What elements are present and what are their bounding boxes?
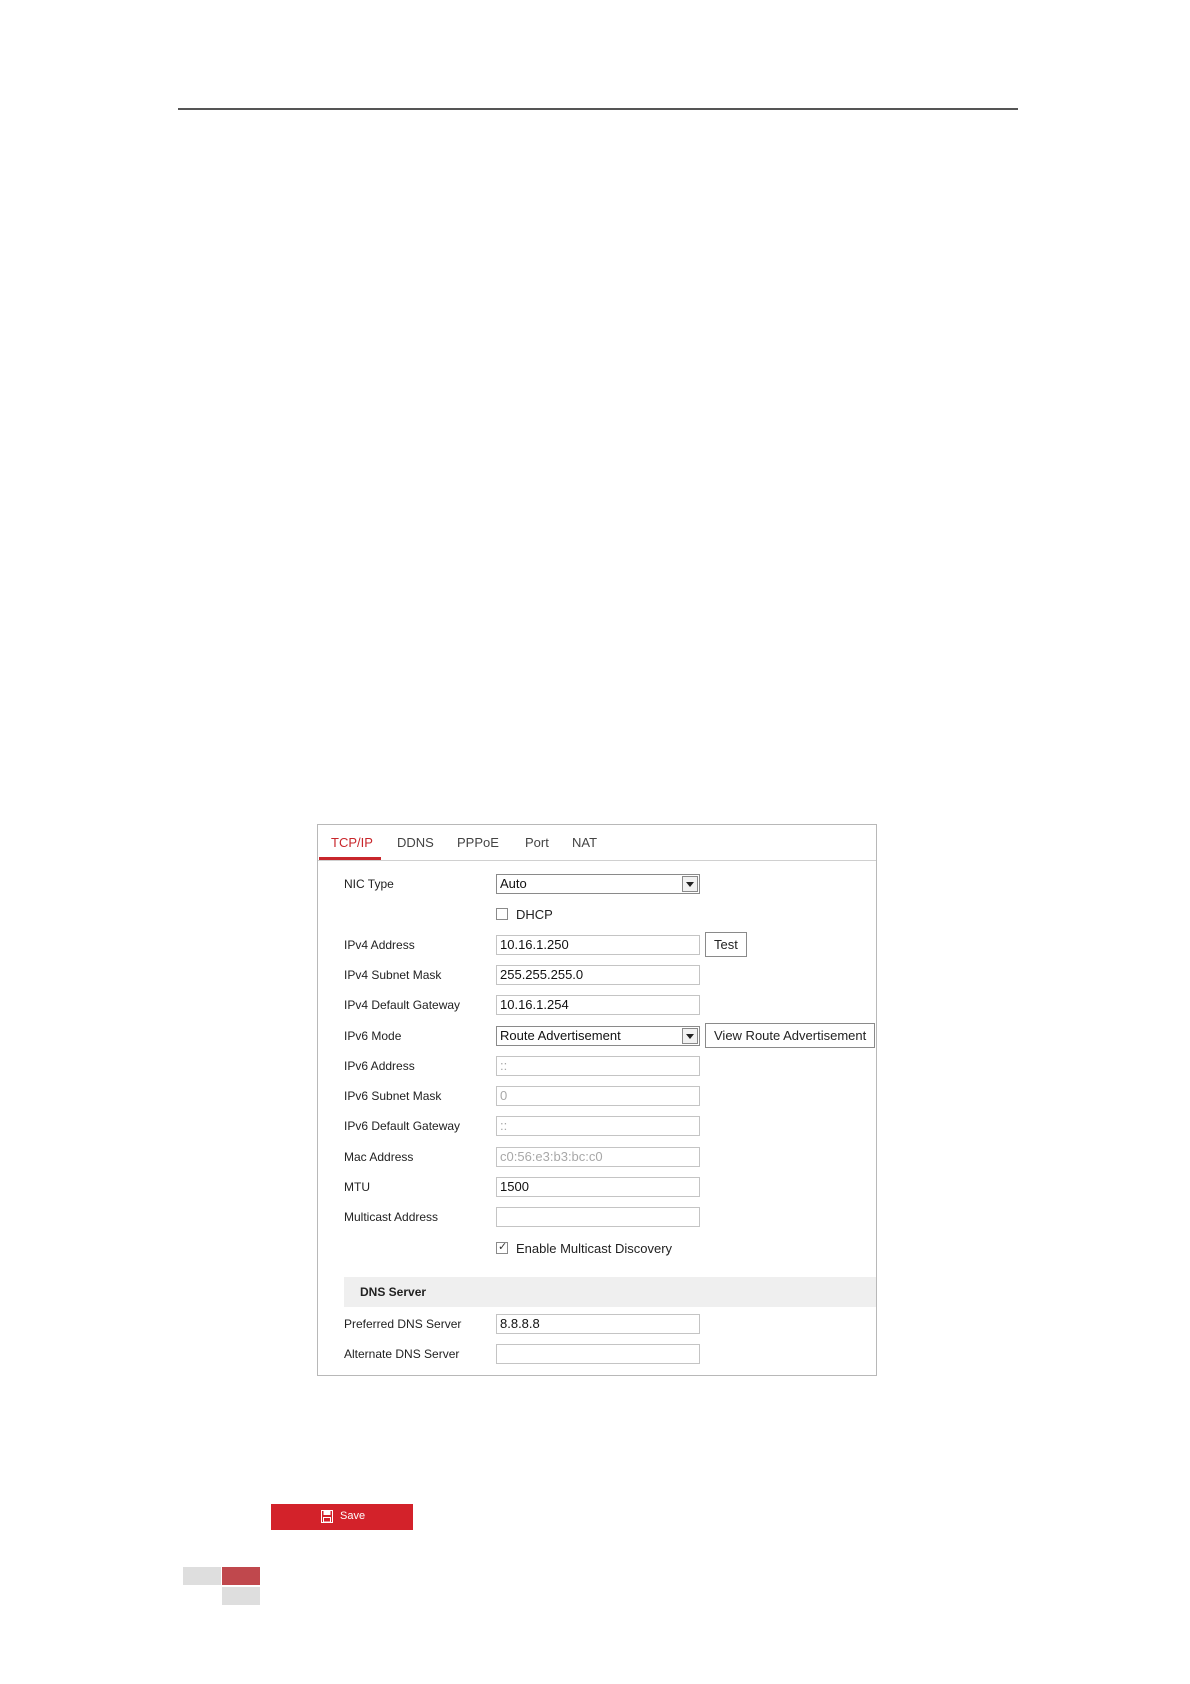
ipv4-subnet-mask-row: IPv4 Subnet Mask 255.255.255.0 [318,965,876,987]
alternate-dns-input[interactable] [496,1344,700,1364]
ipv6-subnet-mask-label: IPv6 Subnet Mask [344,1089,442,1103]
preferred-dns-input[interactable]: 8.8.8.8 [496,1314,700,1334]
floppy-disk-icon [321,1510,333,1523]
chevron-down-icon[interactable] [682,876,698,892]
ipv6-mode-select[interactable]: Route Advertisement [496,1026,700,1046]
ipv6-address-label: IPv6 Address [344,1059,415,1073]
ipv6-default-gateway-input: :: [496,1116,700,1136]
page-header-rule [178,108,1018,110]
nic-type-select[interactable]: Auto [496,874,700,894]
preferred-dns-label: Preferred DNS Server [344,1317,462,1331]
ipv4-default-gateway-row: IPv4 Default Gateway 10.16.1.254 [318,995,876,1017]
mtu-label: MTU [344,1180,370,1194]
multicast-address-input[interactable] [496,1207,700,1227]
ipv6-subnet-mask-row: IPv6 Subnet Mask 0 [318,1086,876,1108]
tab-ddns[interactable]: DDNS [397,835,434,850]
network-settings-panel: TCP/IP DDNS PPPoE Port NAT NIC Type Auto… [317,824,877,1376]
ipv6-mode-label: IPv6 Mode [344,1029,402,1043]
active-tab-indicator [319,857,381,860]
footer-deco-red-block [222,1567,260,1585]
save-button-label: Save [340,1510,366,1522]
nic-type-label: NIC Type [344,877,394,891]
view-route-advertisement-button[interactable]: View Route Advertisement [705,1023,876,1048]
ipv4-address-input[interactable]: 10.16.1.250 [496,935,700,955]
mtu-input[interactable]: 1500 [496,1177,700,1197]
multicast-discovery-label: Enable Multicast Discovery [516,1241,673,1256]
chevron-down-icon[interactable] [682,1028,698,1044]
multicast-discovery-checkbox[interactable] [496,1240,508,1254]
mac-address-label: Mac Address [344,1150,414,1164]
ipv6-address-row: IPv6 Address :: [318,1056,876,1078]
ipv4-address-row: IPv4 Address 10.16.1.250 Test [318,932,876,957]
preferred-dns-row: Preferred DNS Server 8.8.8.8 [318,1314,876,1336]
dhcp-row: DHCP [318,904,876,926]
tab-nat[interactable]: NAT [572,835,597,850]
dhcp-label: DHCP [516,907,553,922]
alternate-dns-label: Alternate DNS Server [344,1347,460,1361]
alternate-dns-row: Alternate DNS Server [318,1344,876,1366]
ipv6-subnet-mask-input: 0 [496,1086,700,1106]
ipv4-default-gateway-input[interactable]: 10.16.1.254 [496,995,700,1015]
save-button[interactable]: Save [271,1504,413,1530]
test-button[interactable]: Test [705,932,747,957]
ipv6-default-gateway-row: IPv6 Default Gateway :: [318,1116,876,1138]
mac-address-row: Mac Address c0:56:e3:b3:bc:c0 [318,1147,876,1169]
mtu-row: MTU 1500 [318,1177,876,1199]
dhcp-checkbox[interactable] [496,908,508,920]
ipv6-mode-value: Route Advertisement [500,1028,621,1043]
ipv6-default-gateway-label: IPv6 Default Gateway [344,1119,461,1133]
ipv4-address-label: IPv4 Address [344,938,415,952]
tab-pppoe[interactable]: PPPoE [457,835,499,850]
multicast-address-label: Multicast Address [344,1210,439,1224]
ipv4-subnet-mask-input[interactable]: 255.255.255.0 [496,965,700,985]
multicast-address-row: Multicast Address [318,1207,876,1229]
ipv6-address-input: :: [496,1056,700,1076]
tab-bar: TCP/IP DDNS PPPoE Port NAT [318,825,876,861]
footer-deco-gray-block [183,1567,221,1585]
tab-port[interactable]: Port [525,835,549,850]
ipv6-mode-row: IPv6 Mode Route Advertisement View Route… [318,1023,876,1048]
ipv4-default-gateway-label: IPv4 Default Gateway [344,998,461,1012]
tab-tcpip[interactable]: TCP/IP [331,835,373,850]
mac-address-input: c0:56:e3:b3:bc:c0 [496,1147,700,1167]
dns-server-section-header: DNS Server [344,1277,876,1307]
multicast-discovery-row: Enable Multicast Discovery [318,1238,876,1260]
footer-deco-gray-block-lower [222,1587,260,1605]
nic-type-row: NIC Type Auto [318,874,876,896]
ipv4-subnet-mask-label: IPv4 Subnet Mask [344,968,442,982]
nic-type-value: Auto [500,876,527,891]
dns-server-title: DNS Server [360,1285,427,1299]
